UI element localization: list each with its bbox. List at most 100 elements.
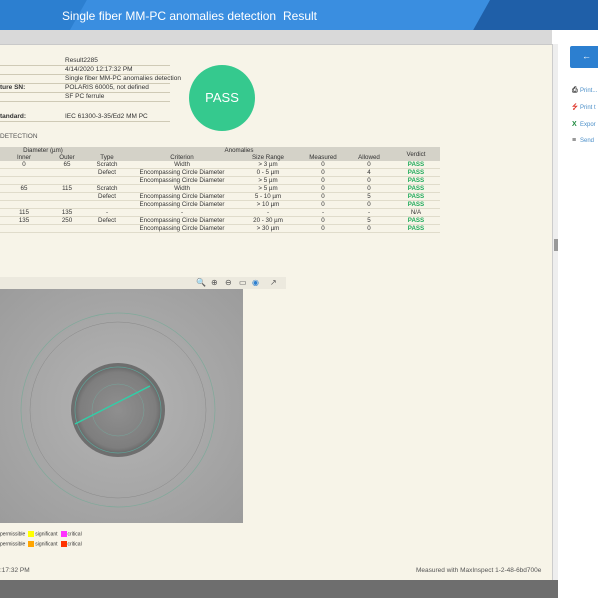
table-row: Encompassing Circle Diameter > 30 µm 0 0 PAS… (0, 224, 440, 233)
table-cell-type: Defect (86, 216, 128, 225)
table-cell-measured: 0 (300, 192, 346, 201)
table-cell-inner: 115 (0, 208, 48, 217)
table-cell-type (86, 200, 128, 209)
table-cell-measured: 0 (300, 176, 346, 185)
table-cell-range: - (236, 208, 300, 217)
table-cell-allowed: 0 (346, 176, 392, 185)
section-title: DETECTION (0, 133, 38, 140)
table-group-header: Diameter (µm) Anomalies Verdict (0, 147, 440, 161)
table-cell-inner: 65 (0, 184, 48, 193)
export-action[interactable]: X Expor (572, 121, 596, 128)
table-cell-criterion: Encompassing Circle Diameter (128, 176, 236, 185)
table-cell-verdict: PASS (392, 168, 440, 177)
table-row: 115 135- - - - - N/A (0, 208, 440, 217)
table-cell-measured: 0 (300, 224, 346, 233)
table-cell-range: > 3 µm (236, 161, 300, 169)
pdf-icon: ⭍ (572, 104, 578, 111)
table-cell-measured: 0 (300, 200, 346, 209)
table-cell-range: > 5 µm (236, 184, 300, 193)
table-cell-verdict: PASS (392, 200, 440, 209)
report-panel: Result2285 4/14/2020 12:17:32 PM Single … (0, 45, 552, 580)
table-cell-type: Scratch (86, 161, 128, 169)
table-cell-inner (0, 176, 48, 185)
table-row: Encompassing Circle Diameter > 5 µm 0 0 PASS (0, 176, 440, 185)
expand-icon[interactable]: ↗ (270, 278, 277, 287)
zoom-in-icon[interactable]: ⊕ (211, 278, 218, 287)
pass-badge: PASS (189, 65, 255, 131)
table-cell-outer: 250 (48, 216, 86, 225)
breadcrumb-result-label[interactable]: Result (283, 9, 317, 23)
primary-action-button[interactable]: ← (570, 46, 598, 68)
table-cell-verdict: PASS (392, 224, 440, 233)
overlay-icon[interactable]: ◉ (252, 278, 259, 287)
table-cell-criterion: Encompassing Circle Diameter (128, 216, 236, 225)
table-row: Defect Encompassing Circle Diameter 5 - 10… (0, 192, 440, 201)
table-cell-range: > 10 µm (236, 200, 300, 209)
send-icon: ≡ (572, 137, 577, 144)
table-cell-verdict: PASS (392, 161, 440, 169)
table-cell-allowed: 5 (346, 216, 392, 225)
legend-row-1: permissible significant critical (0, 531, 82, 538)
table-cell-verdict: N/A (392, 208, 440, 217)
arrow-left-icon: ← (582, 51, 591, 61)
fiber-end-face-image[interactable] (0, 289, 243, 523)
table-cell-inner (0, 200, 48, 209)
print-pdf-action[interactable]: ⭍ Print t (572, 103, 596, 114)
fiber-end-face-graphic (0, 289, 243, 523)
zoom-out-icon[interactable]: ⊖ (225, 278, 232, 287)
table-cell-verdict: PASS (392, 176, 440, 185)
zoom-search-icon[interactable]: 🔍 (196, 278, 206, 287)
table-cell-type (86, 176, 128, 185)
fit-icon[interactable]: ▭ (239, 278, 247, 287)
send-action[interactable]: ≡ Send (572, 137, 594, 144)
table-cell-inner (0, 168, 48, 177)
table-cell-range: > 5 µm (236, 176, 300, 185)
table-cell-type: - (86, 208, 128, 217)
table-cell-criterion: Encompassing Circle Diameter (128, 200, 236, 209)
table-cell-type: Scratch (86, 184, 128, 193)
table-cell-inner (0, 192, 48, 201)
table-row: 135 250 Defect Encompassing Circle Diameter… (0, 216, 440, 225)
table-cell-criterion: - (128, 208, 236, 217)
footer-time: :17:32 PM (0, 567, 30, 574)
table-cell-outer: 65 (48, 161, 86, 169)
table-header: Inner Outer Type Criterion Size Range Me… (0, 154, 440, 161)
table-cell-criterion: Width (128, 161, 236, 169)
table-cell-verdict: PASS (392, 216, 440, 225)
table-cell-measured: 0 (300, 216, 346, 225)
table-cell-outer (48, 168, 86, 177)
anomalies-table: Diameter (µm) Anomalies Verdict Inner Ou… (0, 147, 440, 233)
print-action[interactable]: ⎙ Print... (572, 87, 597, 95)
actions-panel: ← ⎙ Print... ⭍ Print t X Expor ≡ Send (558, 30, 598, 598)
table-cell-allowed: 0 (346, 161, 392, 169)
table-cell-range: 20 - 30 µm (236, 216, 300, 225)
table-cell-measured: 0 (300, 161, 346, 169)
table-cell-range: 0 - 5 µm (236, 168, 300, 177)
table-cell-outer (48, 176, 86, 185)
table-cell-allowed: - (346, 208, 392, 217)
table-cell-criterion: Encompassing Circle Diameter (128, 192, 236, 201)
excel-icon: X (572, 121, 577, 128)
table-cell-allowed: 0 (346, 184, 392, 193)
table-cell-inner: 0 (0, 161, 48, 169)
table-cell-type: Defect (86, 192, 128, 201)
table-cell-criterion: Encompassing Circle Diameter (128, 224, 236, 233)
table-cell-outer (48, 192, 86, 201)
toolbar-strip (0, 30, 552, 45)
table-cell-outer: 115 (48, 184, 86, 193)
table-cell-allowed: 5 (346, 192, 392, 201)
table-cell-criterion: Width (128, 184, 236, 193)
table-cell-allowed: 0 (346, 224, 392, 233)
table-cell-type (86, 224, 128, 233)
table-row: 65 115 Scratch Width > 5 µm 0 0 PASS (0, 184, 440, 193)
table-cell-verdict: PASS (392, 192, 440, 201)
legend-row-2: permissible significant critical (0, 541, 82, 548)
table-cell-outer (48, 200, 86, 209)
table-row: 0 65 Scratch Width > 3 µm 0 0 PASS (0, 161, 440, 169)
table-cell-criterion: Encompassing Circle Diameter (128, 168, 236, 177)
top-bar: Single fiber MM-PC anomalies detection R… (0, 0, 598, 30)
table-cell-type: Defect (86, 168, 128, 177)
table-cell-inner (0, 224, 48, 233)
table-cell-outer (48, 224, 86, 233)
viewer-toolbar: 🔍 ⊕ ⊖ ▭ ◉ ↗ (0, 277, 286, 289)
